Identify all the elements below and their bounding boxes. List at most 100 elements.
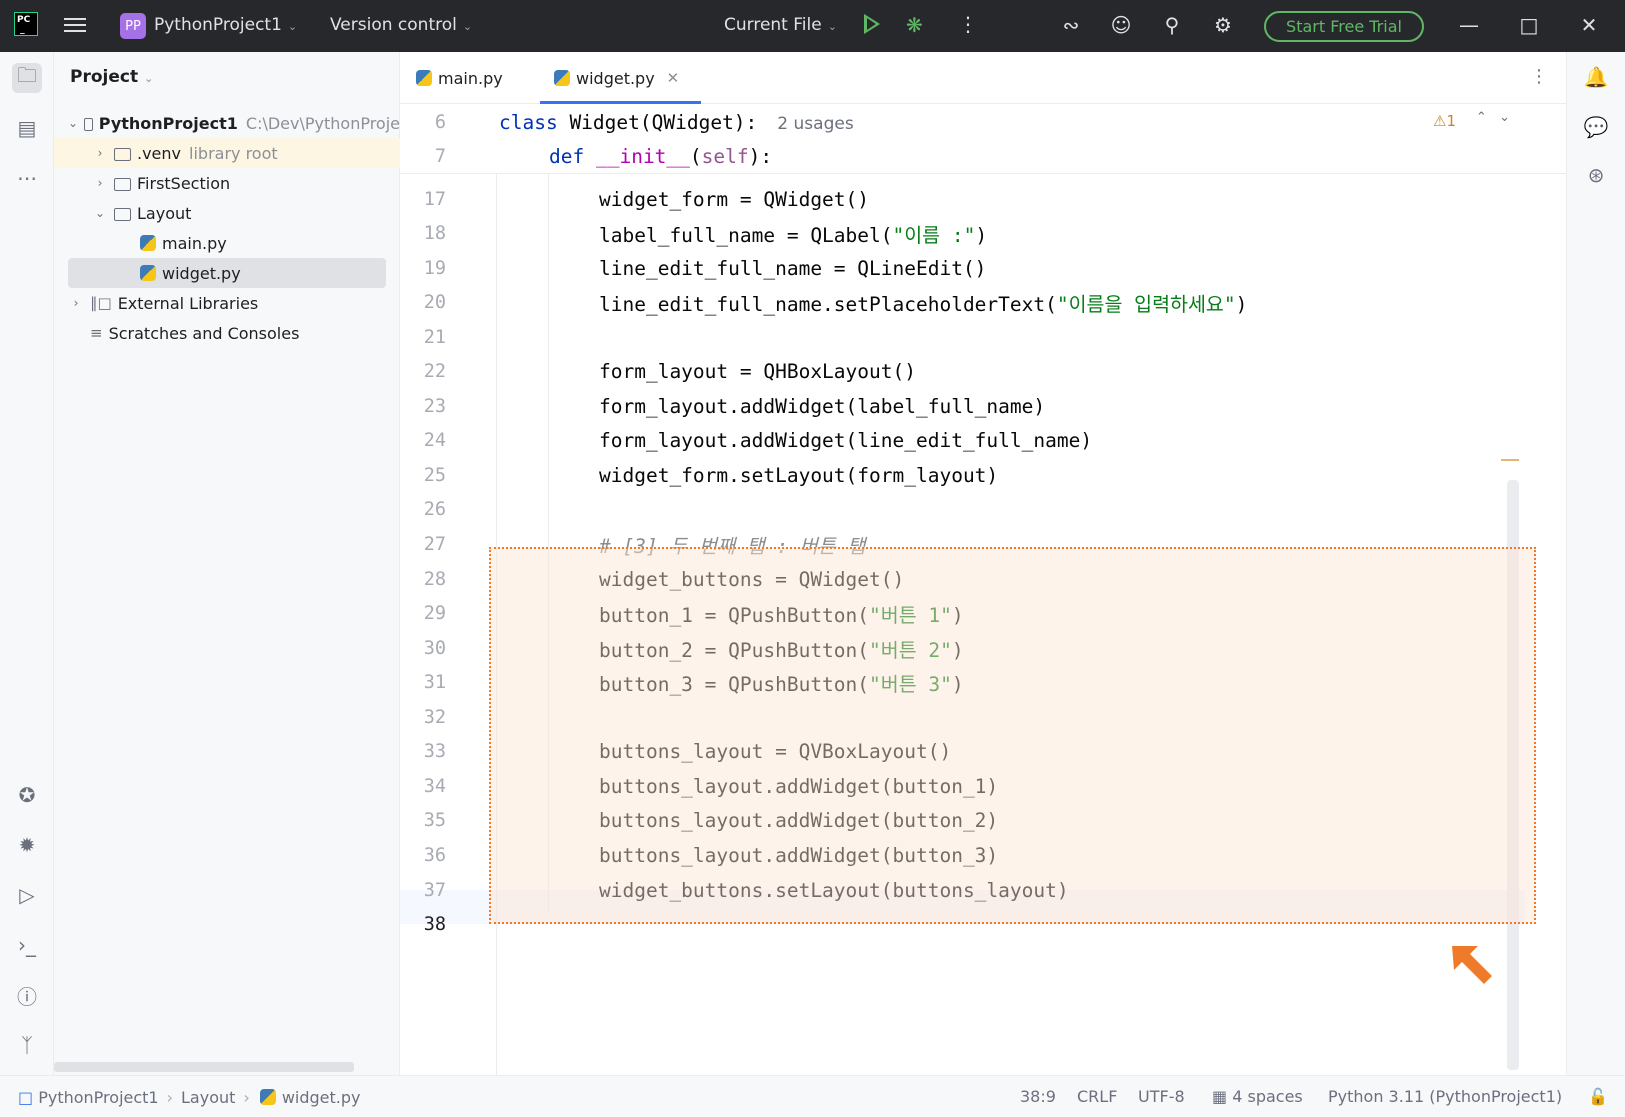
project-panel-title[interactable]: Project ⌄ bbox=[70, 67, 153, 87]
chevron-down-icon: ⌄ bbox=[827, 20, 837, 33]
terminal-icon[interactable]: ›_ bbox=[12, 930, 42, 960]
code-line[interactable]: 18 label_full_name = QLabel("이름 :") bbox=[400, 217, 1566, 251]
chevron-right-icon[interactable]: › bbox=[92, 146, 108, 160]
code-line[interactable]: 20 line_edit_full_name.setPlaceholderText… bbox=[400, 286, 1566, 320]
code-line[interactable]: 25 widget_form.setLayout(form_layout) bbox=[400, 458, 1566, 492]
python-file-icon bbox=[554, 70, 570, 86]
python-file-icon bbox=[259, 1089, 276, 1105]
chevron-down-icon[interactable]: ⌄ bbox=[68, 116, 78, 130]
folder-icon[interactable]: 🗀 bbox=[12, 63, 42, 93]
module-icon: □ bbox=[18, 1088, 34, 1107]
tree-item-scratches[interactable]: ≡ Scratches and Consoles bbox=[54, 318, 400, 348]
tree-item-main-py[interactable]: main.py bbox=[54, 228, 400, 258]
close-icon[interactable]: ✕ bbox=[1574, 12, 1604, 38]
editor: main.py widget.py ✕ ⋮ 6 class Widget(QWi… bbox=[400, 52, 1566, 1075]
run-icon[interactable] bbox=[864, 14, 880, 34]
chevron-right-icon[interactable]: › bbox=[92, 176, 108, 190]
ai-chat-icon[interactable]: 💬 bbox=[1583, 114, 1609, 140]
more-icon[interactable]: ⋮ bbox=[1530, 66, 1548, 87]
services-icon[interactable]: ▷ bbox=[12, 880, 42, 910]
tab-widget-py[interactable]: widget.py ✕ bbox=[552, 66, 679, 90]
minimize-icon[interactable]: — bbox=[1454, 12, 1484, 38]
right-tool-strip: 🔔 💬 ⊛ bbox=[1566, 52, 1625, 1075]
library-icon: ∥□ bbox=[90, 294, 112, 312]
tree-item-widget-py[interactable]: widget.py bbox=[68, 258, 386, 288]
tree-item-venv[interactable]: › .venv library root bbox=[54, 138, 400, 168]
git-icon[interactable]: ᛉ bbox=[12, 1030, 42, 1060]
version-control-menu[interactable]: Version control ⌄ bbox=[330, 15, 472, 35]
chevron-right-icon[interactable]: › bbox=[68, 296, 84, 310]
inspection-nav-arrows[interactable]: ⌃ ⌄ bbox=[1476, 110, 1510, 125]
warning-indicator[interactable]: ⚠1 bbox=[1433, 112, 1456, 130]
notifications-icon[interactable]: 🔔 bbox=[1583, 64, 1609, 90]
indent-setting[interactable]: ▦ 4 spaces bbox=[1212, 1087, 1303, 1106]
tree-item-layout[interactable]: ⌄ Layout bbox=[54, 198, 400, 228]
usages-hint[interactable]: 2 usages bbox=[777, 114, 853, 134]
search-icon[interactable]: ⚲ bbox=[1159, 12, 1185, 38]
settings-icon[interactable]: ⚙ bbox=[1210, 12, 1236, 38]
more-tools-icon[interactable]: ⋯ bbox=[12, 163, 42, 193]
python-interpreter[interactable]: Python 3.11 (PythonProject1) bbox=[1328, 1087, 1562, 1106]
project-badge[interactable]: PP bbox=[120, 13, 146, 39]
sticky-lines: 6 class Widget(QWidget): 2 usages 7 def _… bbox=[400, 104, 1566, 174]
line-number: 6 bbox=[434, 111, 446, 133]
line-number: 27 bbox=[423, 534, 446, 555]
line-number: 28 bbox=[423, 568, 446, 590]
horizontal-scrollbar[interactable] bbox=[54, 1062, 354, 1072]
code-line[interactable]: 19 line_edit_full_name = QLineEdit() bbox=[400, 251, 1566, 285]
more-icon[interactable]: ⋮ bbox=[958, 12, 978, 36]
line-number: 34 bbox=[423, 775, 446, 797]
code-area[interactable]: 6 class Widget(QWidget): 2 usages 7 def _… bbox=[400, 104, 1566, 1075]
breadcrumb-item[interactable]: widget.py bbox=[282, 1088, 361, 1107]
code-line[interactable]: 24 form_layout.addWidget(line_edit_full_n… bbox=[400, 424, 1566, 458]
project-switcher[interactable]: PythonProject1 ⌄ bbox=[154, 15, 297, 35]
code-text: widget_form.setLayout(form_layout) bbox=[599, 463, 999, 487]
debug-icon[interactable]: ❋ bbox=[906, 13, 923, 37]
breadcrumb-item[interactable]: PythonProject1 bbox=[38, 1088, 158, 1107]
python-packages-icon[interactable]: ✪ bbox=[12, 780, 42, 810]
maximize-icon[interactable]: □ bbox=[1514, 12, 1544, 38]
python-file-icon bbox=[140, 235, 156, 251]
file-encoding[interactable]: UTF-8 bbox=[1138, 1087, 1185, 1106]
line-number: 18 bbox=[423, 223, 446, 245]
caret-position[interactable]: 38:9 bbox=[1020, 1087, 1056, 1106]
code-line[interactable]: 17 widget_form = QWidget() bbox=[400, 182, 1566, 216]
lock-icon[interactable]: 🔓 bbox=[1588, 1087, 1608, 1106]
code-text: label_full_name = QLabel("이름 :") bbox=[599, 224, 988, 248]
tree-item-firstsection[interactable]: › FirstSection bbox=[54, 168, 400, 198]
tree-item-label: main.py bbox=[162, 233, 227, 253]
tab-label: widget.py bbox=[576, 68, 655, 88]
code-line[interactable]: 26 bbox=[400, 493, 1566, 527]
code-text: def __init__(self): bbox=[549, 144, 773, 168]
tree-item-label: Scratches and Consoles bbox=[108, 323, 300, 343]
run-config-selector[interactable]: Current File ⌄ bbox=[724, 15, 837, 35]
line-number: 33 bbox=[423, 741, 446, 763]
line-ending[interactable]: CRLF bbox=[1077, 1087, 1117, 1106]
title-bar: PC _ PP PythonProject1 ⌄ Version control ⌄… bbox=[0, 0, 1625, 52]
code-text: form_layout = QHBoxLayout() bbox=[599, 360, 916, 384]
start-free-trial-button[interactable]: Start Free Trial bbox=[1264, 11, 1424, 42]
code-line[interactable]: 23 form_layout.addWidget(label_full_name) bbox=[400, 389, 1566, 423]
tree-item-external-libraries[interactable]: › ∥□ External Libraries bbox=[54, 288, 400, 318]
chevron-down-icon[interactable]: ⌄ bbox=[92, 206, 108, 220]
code-line[interactable]: 21 bbox=[400, 320, 1566, 354]
ai-assistant-icon[interactable]: ∾ bbox=[1058, 12, 1084, 38]
plugins-icon[interactable]: ⊛ bbox=[1583, 162, 1609, 188]
structure-icon[interactable]: ▤ bbox=[12, 113, 42, 143]
code-line[interactable]: 6 class Widget(QWidget): 2 usages bbox=[400, 105, 1566, 139]
close-tab-icon[interactable]: ✕ bbox=[667, 69, 680, 87]
tree-item-project-root[interactable]: ⌄ PythonProject1 C:\Dev\PythonProje bbox=[54, 108, 400, 138]
add-user-icon[interactable]: ☺ bbox=[1108, 12, 1134, 38]
tab-main-py[interactable]: main.py bbox=[414, 66, 503, 90]
warning-count: 1 bbox=[1446, 112, 1456, 130]
hamburger-menu-icon[interactable] bbox=[64, 14, 86, 34]
project-name: PythonProject1 bbox=[154, 15, 282, 35]
pycharm-logo-icon[interactable]: PC _ bbox=[14, 12, 38, 36]
problems-icon[interactable]: ⓘ bbox=[12, 980, 42, 1010]
breadcrumb: □ PythonProject1 › Layout › widget.py bbox=[18, 1087, 360, 1107]
python-console-icon[interactable]: ✹ bbox=[12, 830, 42, 860]
folder-icon bbox=[114, 207, 131, 221]
code-line[interactable]: 7 def __init__(self): bbox=[400, 139, 1566, 173]
breadcrumb-item[interactable]: Layout bbox=[181, 1088, 235, 1107]
code-line[interactable]: 22 form_layout = QHBoxLayout() bbox=[400, 355, 1566, 389]
